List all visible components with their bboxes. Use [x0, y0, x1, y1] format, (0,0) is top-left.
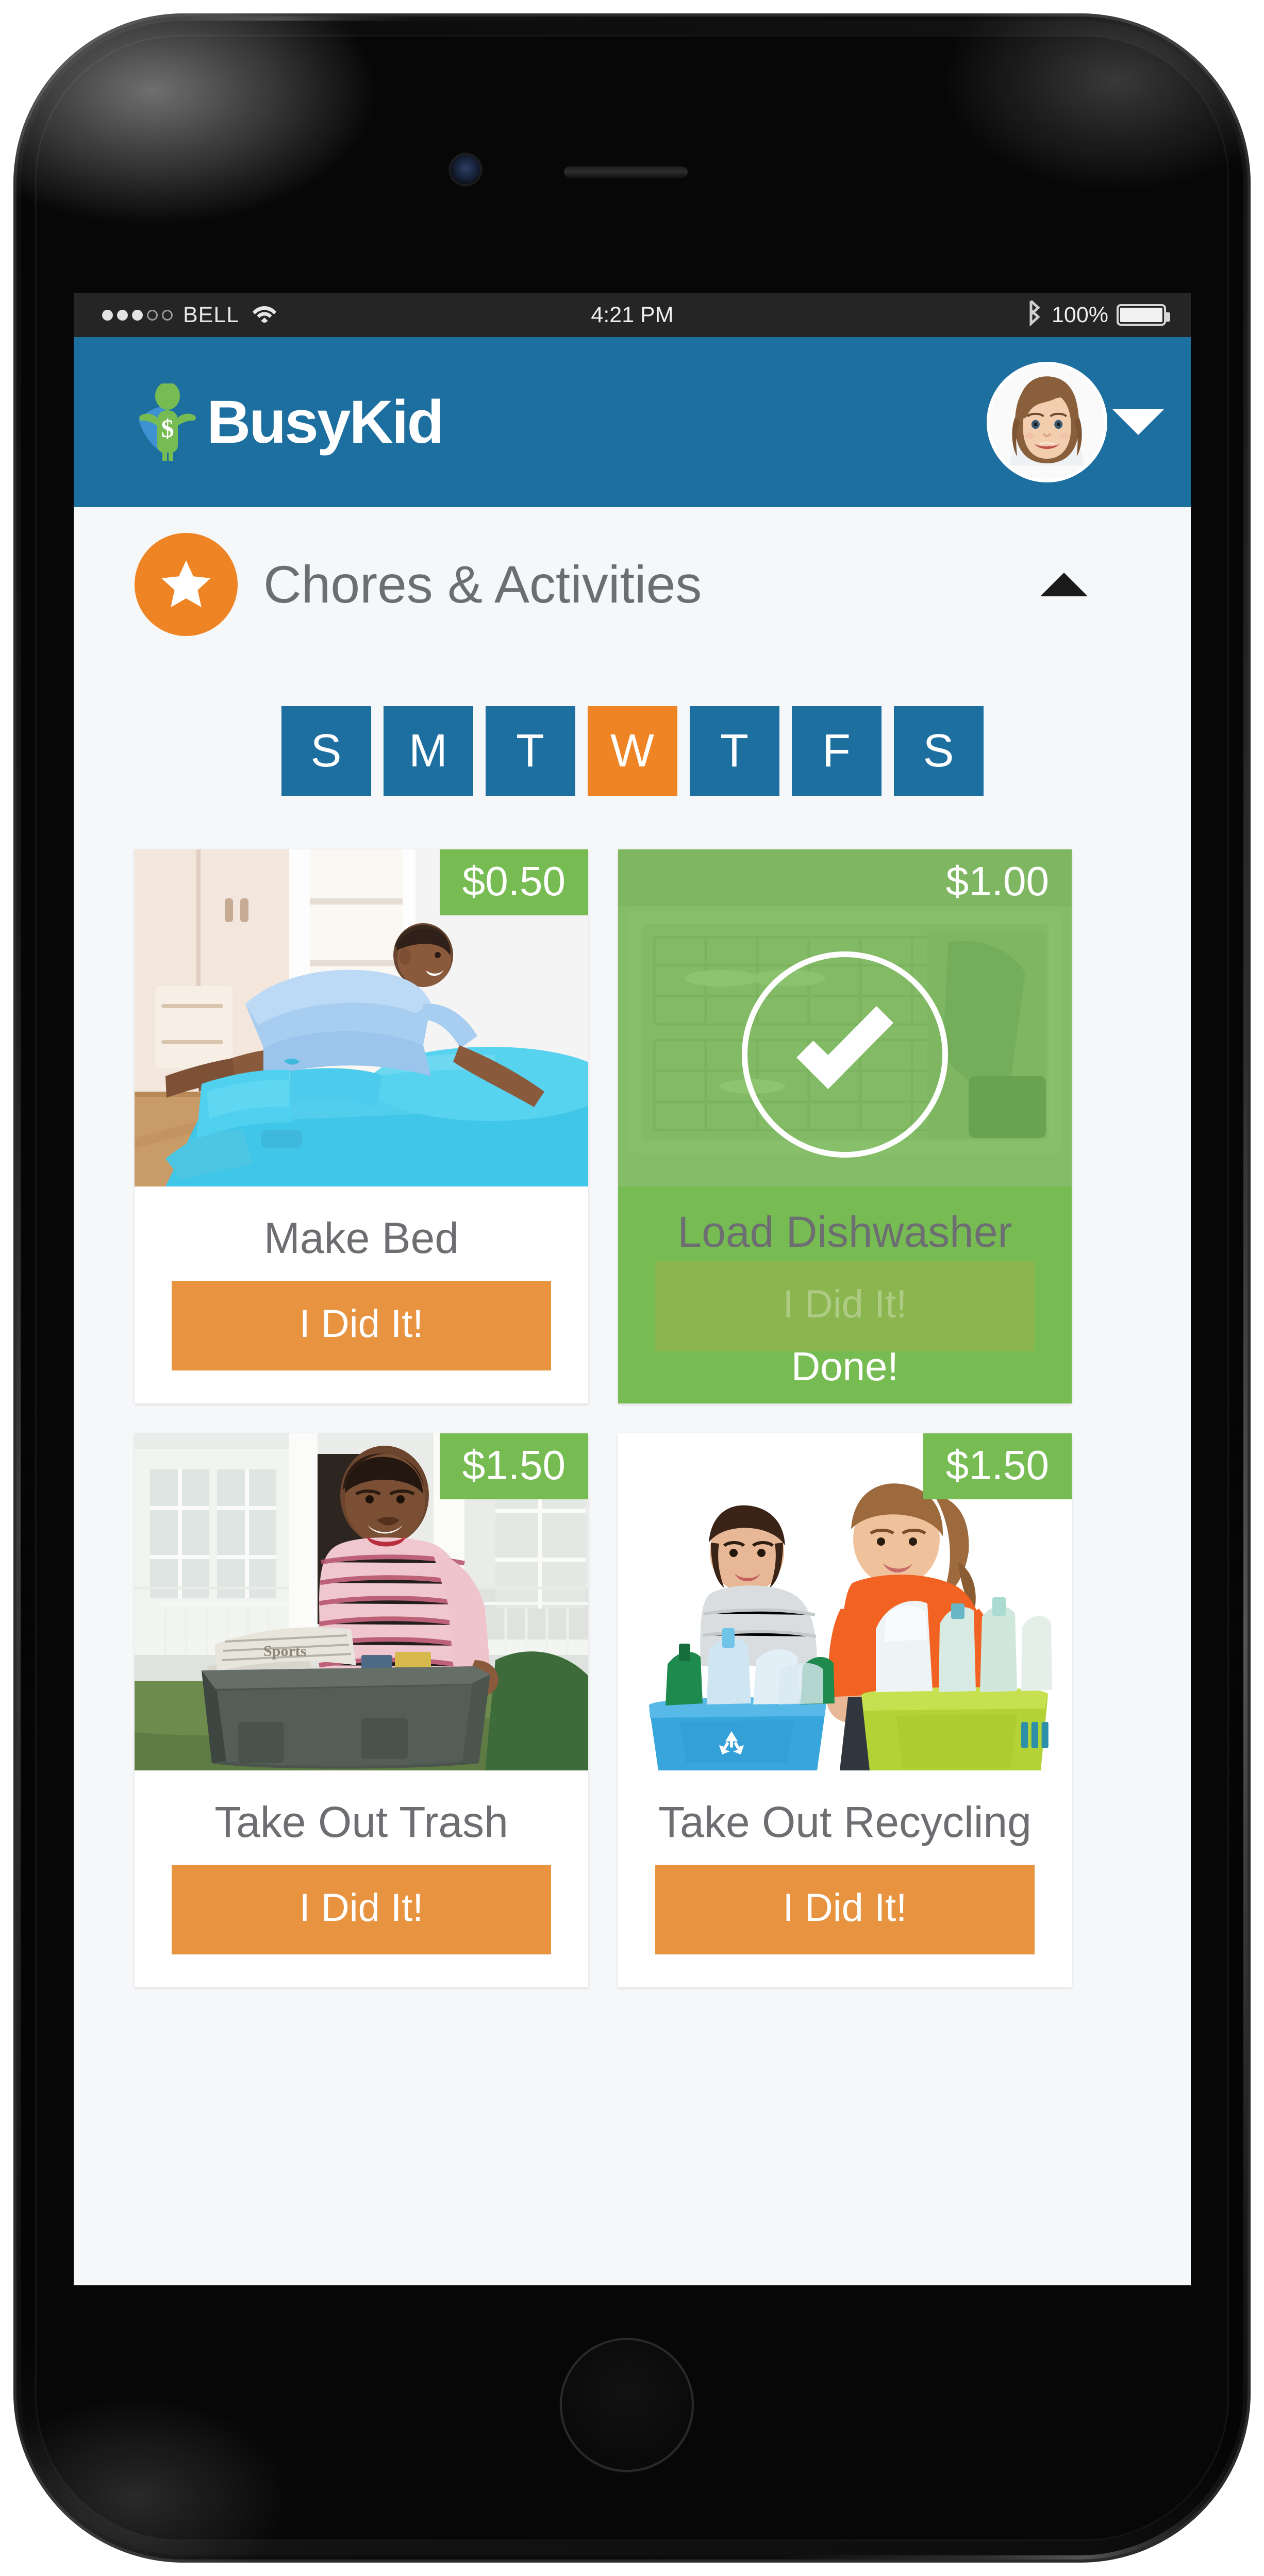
battery-icon: [1117, 304, 1170, 326]
chore-name: Take Out Recycling: [658, 1798, 1032, 1846]
chore-name: Load Dishwasher: [677, 1208, 1012, 1256]
clock: 4:21 PM: [591, 302, 674, 327]
i-did-it-button[interactable]: I Did It!: [172, 1281, 551, 1370]
app-header: $ BusyKid: [74, 337, 1191, 507]
avatar-photo: [990, 365, 1104, 479]
chevron-down-icon[interactable]: [1112, 409, 1164, 435]
chore-price: $1.50: [439, 1433, 588, 1499]
section-header-chores[interactable]: Chores & Activities: [74, 507, 1191, 662]
page-title: Chores & Activities: [263, 555, 702, 614]
chore-name: Make Bed: [263, 1214, 459, 1262]
chore-card[interactable]: $1.50 Take Out Recycling I Did It!: [618, 1433, 1072, 1987]
phone-screen: BELL 4:21 PM 100% $ BusyKid Chores & Act…: [74, 293, 1191, 2285]
status-bar-right: 100%: [1026, 299, 1170, 331]
svg-text:$: $: [161, 414, 174, 443]
completed-check-icon: [742, 951, 948, 1158]
day-button-wednesday[interactable]: W: [587, 706, 677, 796]
chevron-up-icon[interactable]: [1040, 573, 1088, 596]
busykid-superhero-icon: $: [135, 382, 201, 461]
avatar[interactable]: [990, 365, 1104, 479]
chore-name: Take Out Trash: [214, 1798, 508, 1846]
chore-card[interactable]: $1.00 Load Dishwasher Done! I Did It!: [618, 849, 1072, 1403]
battery-percent-label: 100%: [1052, 302, 1108, 327]
chore-price: $1.50: [923, 1433, 1072, 1499]
day-button-tuesday[interactable]: T: [485, 706, 575, 796]
star-icon: [135, 533, 238, 636]
i-did-it-button[interactable]: I Did It!: [655, 1261, 1035, 1351]
day-button-monday[interactable]: M: [383, 706, 473, 796]
chore-card[interactable]: $0.50 Make Bed I Did It!: [135, 849, 588, 1403]
chore-grid: $0.50 Make Bed I Did It! $1.00 Load Dish…: [74, 849, 1191, 1987]
grid-bottom-spacer: [74, 1987, 1191, 2049]
home-button[interactable]: [560, 2338, 694, 2472]
chore-price: $0.50: [439, 849, 588, 915]
front-camera-icon: [451, 155, 480, 185]
status-bar: BELL 4:21 PM 100%: [74, 293, 1191, 337]
earpiece-speaker: [564, 166, 688, 178]
svg-text:Sports: Sports: [263, 1643, 306, 1660]
day-selector: S M T W T F S: [74, 662, 1191, 849]
done-status-label: Done!: [791, 1344, 899, 1389]
day-button-saturday[interactable]: S: [893, 706, 984, 796]
app-logo-text: BusyKid: [207, 388, 444, 456]
i-did-it-button[interactable]: I Did It!: [172, 1865, 551, 1954]
chore-card[interactable]: Sports $1.50 Take Out Trash I Did It!: [135, 1433, 588, 1987]
app-logo[interactable]: $ BusyKid: [135, 382, 444, 461]
day-button-thursday[interactable]: T: [689, 706, 779, 796]
day-button-friday[interactable]: F: [791, 706, 882, 796]
i-did-it-button[interactable]: I Did It!: [655, 1865, 1035, 1954]
bluetooth-icon: [1026, 299, 1043, 331]
day-button-sunday[interactable]: S: [281, 706, 371, 796]
chore-price: $1.00: [945, 858, 1049, 904]
